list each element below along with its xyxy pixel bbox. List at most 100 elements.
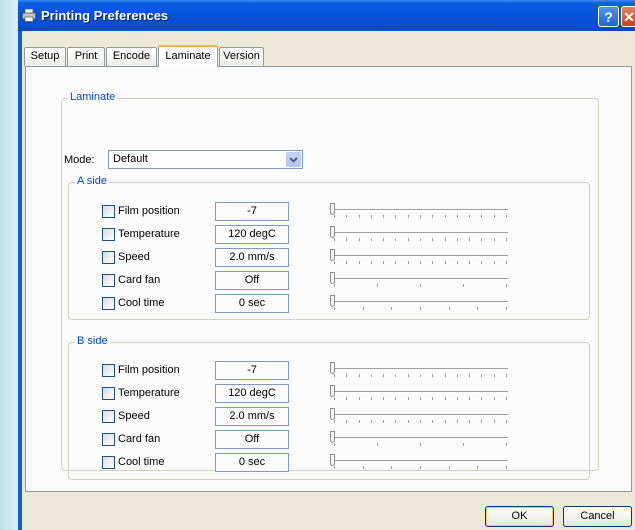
b-side-cool-time-label: Cool time bbox=[118, 456, 165, 468]
help-button[interactable]: ? bbox=[598, 6, 619, 27]
slider-thumb[interactable] bbox=[330, 362, 335, 374]
a-side-film-position-slider[interactable] bbox=[330, 203, 510, 221]
slider-thumb[interactable] bbox=[330, 408, 335, 420]
a-side-speed-slider[interactable] bbox=[330, 249, 510, 267]
cancel-button[interactable]: Cancel bbox=[563, 506, 632, 527]
slider-tick bbox=[448, 466, 450, 469]
tab-print[interactable]: Print bbox=[67, 47, 105, 66]
slider-tick bbox=[420, 466, 421, 469]
slider-tick bbox=[383, 215, 385, 218]
tab-setup[interactable]: Setup bbox=[24, 47, 66, 66]
slider-tick bbox=[493, 261, 495, 264]
close-button[interactable]: ✕ bbox=[621, 6, 635, 27]
slider-tick bbox=[477, 307, 479, 310]
slider-thumb[interactable] bbox=[330, 454, 335, 466]
slider-track bbox=[332, 232, 508, 234]
a-side-cool-time-value: 0 sec bbox=[215, 294, 289, 313]
b-side-cool-time-checkbox[interactable] bbox=[102, 456, 115, 469]
slider-tick bbox=[334, 238, 335, 241]
a-side-film-position-label: Film position bbox=[118, 205, 180, 217]
a-side-cool-time-slider[interactable] bbox=[330, 295, 510, 313]
slider-tick bbox=[481, 397, 483, 400]
slider-tick bbox=[493, 215, 495, 218]
slider-tick bbox=[391, 466, 393, 469]
slider-tick bbox=[481, 261, 483, 264]
b-side-film-position-checkbox[interactable] bbox=[102, 364, 115, 377]
slider-tick bbox=[506, 443, 507, 446]
b-side-card-fan-checkbox[interactable] bbox=[102, 433, 115, 446]
slider-tick bbox=[463, 284, 464, 287]
slider-tick bbox=[346, 238, 348, 241]
slider-tick bbox=[506, 374, 507, 377]
slider-tick bbox=[444, 420, 446, 423]
slider-tick bbox=[407, 374, 409, 377]
b-side-card-fan-label: Card fan bbox=[118, 433, 161, 445]
b-side-row-cool-time: Cool time 0 sec bbox=[102, 453, 635, 473]
b-side-card-fan-slider[interactable] bbox=[330, 431, 510, 449]
slider-tick bbox=[334, 284, 335, 287]
slider-tick bbox=[420, 374, 421, 377]
slider-tick bbox=[334, 307, 335, 310]
slider-tick bbox=[377, 443, 378, 446]
b-side-temperature-value: 120 degC bbox=[215, 384, 289, 403]
slider-tick bbox=[493, 238, 495, 241]
slider-tick bbox=[346, 420, 348, 423]
a-side-speed-label: Speed bbox=[118, 251, 150, 263]
slider-tick bbox=[481, 215, 483, 218]
slider-tick bbox=[469, 374, 471, 377]
slider-tick bbox=[493, 374, 495, 377]
b-side-temperature-slider[interactable] bbox=[330, 385, 510, 403]
a-side-card-fan-slider[interactable] bbox=[330, 272, 510, 290]
b-side-speed-checkbox[interactable] bbox=[102, 410, 115, 423]
mode-label: Mode: bbox=[64, 154, 95, 166]
title-bar[interactable]: Printing Preferences ? ✕ bbox=[18, 0, 635, 31]
slider-thumb[interactable] bbox=[330, 203, 335, 215]
slider-thumb[interactable] bbox=[330, 226, 335, 238]
a-side-temperature-slider[interactable] bbox=[330, 226, 510, 244]
a-side-cool-time-label: Cool time bbox=[118, 297, 165, 309]
slider-thumb[interactable] bbox=[330, 431, 335, 443]
tab-laminate[interactable]: Laminate bbox=[158, 45, 218, 67]
b-side-film-position-slider[interactable] bbox=[330, 362, 510, 380]
printing-preferences-window: Printing Preferences ? ✕ Setup Print Enc… bbox=[18, 0, 635, 530]
slider-tick bbox=[456, 397, 458, 400]
b-side-speed-slider[interactable] bbox=[330, 408, 510, 426]
slider-tick bbox=[506, 397, 507, 400]
slider-tick bbox=[432, 238, 434, 241]
slider-tick bbox=[420, 420, 421, 423]
slider-thumb[interactable] bbox=[330, 249, 335, 261]
mode-select[interactable]: Default bbox=[108, 150, 303, 169]
slider-thumb[interactable] bbox=[330, 385, 335, 397]
slider-tick bbox=[493, 420, 495, 423]
a-side-temperature-value: 120 degC bbox=[215, 225, 289, 244]
slider-tick bbox=[506, 420, 507, 423]
a-side-speed-checkbox[interactable] bbox=[102, 251, 115, 264]
slider-tick bbox=[370, 397, 372, 400]
tab-version[interactable]: Version bbox=[219, 47, 264, 66]
chevron-down-icon[interactable] bbox=[286, 152, 301, 167]
slider-thumb[interactable] bbox=[330, 295, 335, 307]
b-side-temperature-checkbox[interactable] bbox=[102, 387, 115, 400]
slider-tick bbox=[358, 420, 360, 423]
slider-tick bbox=[456, 215, 458, 218]
slider-tick bbox=[383, 261, 385, 264]
b-side-cool-time-slider[interactable] bbox=[330, 454, 510, 472]
laminate-group-label: Laminate bbox=[68, 91, 118, 103]
dialog-client-area: Setup Print Encode Laminate Version Lami… bbox=[22, 31, 635, 530]
a-side-card-fan-checkbox[interactable] bbox=[102, 274, 115, 287]
slider-tick bbox=[493, 397, 495, 400]
slider-tick bbox=[334, 420, 335, 423]
slider-thumb[interactable] bbox=[330, 272, 335, 284]
slider-tick bbox=[444, 261, 446, 264]
tab-encode[interactable]: Encode bbox=[106, 47, 157, 66]
slider-tick bbox=[334, 466, 335, 469]
slider-tick bbox=[370, 420, 372, 423]
a-side-film-position-checkbox[interactable] bbox=[102, 205, 115, 218]
ok-button[interactable]: OK bbox=[485, 506, 554, 527]
a-side-cool-time-checkbox[interactable] bbox=[102, 297, 115, 310]
b-side-row-speed: Speed 2.0 mm/s bbox=[102, 407, 635, 427]
window-title: Printing Preferences bbox=[41, 8, 169, 23]
slider-tick bbox=[420, 443, 421, 446]
a-side-temperature-checkbox[interactable] bbox=[102, 228, 115, 241]
slider-tick bbox=[456, 374, 458, 377]
